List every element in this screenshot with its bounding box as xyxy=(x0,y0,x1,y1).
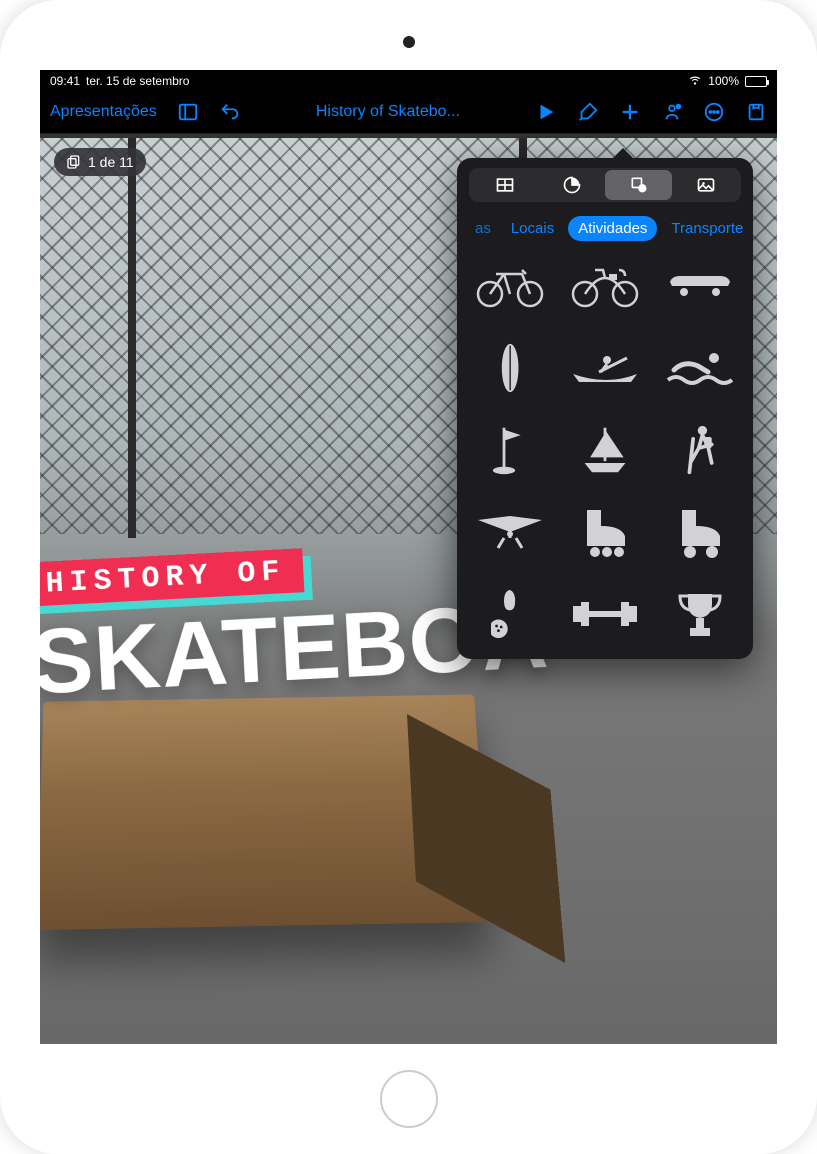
sailboat-icon xyxy=(579,424,631,476)
device-camera xyxy=(403,36,415,48)
chart-icon xyxy=(562,175,582,195)
back-button[interactable]: Apresentações xyxy=(50,103,157,121)
shape-category-row: as Locais Atividades Transporte xyxy=(457,212,753,251)
slide-counter-text: 1 de 11 xyxy=(88,154,134,170)
status-time: 09:41 xyxy=(50,74,80,88)
bicycle-icon xyxy=(474,264,546,308)
roller-skate-icon xyxy=(577,506,633,558)
swimming-icon xyxy=(664,350,736,386)
shape-hiking[interactable] xyxy=(658,421,743,479)
golf-flag-icon xyxy=(491,424,528,476)
hang-glider-icon xyxy=(474,512,546,552)
segment-table[interactable] xyxy=(471,170,538,200)
slides-icon xyxy=(66,154,82,170)
shape-sailboat[interactable] xyxy=(562,421,647,479)
more-icon[interactable] xyxy=(703,101,725,123)
category-transporte[interactable]: Transporte xyxy=(661,216,753,241)
shape-dumbbell[interactable] xyxy=(562,585,647,643)
screen: 09:41 ter. 15 de setembro 100% Apresenta… xyxy=(40,70,777,1044)
dumbbell-icon xyxy=(569,600,641,628)
status-bar: 09:41 ter. 15 de setembro 100% xyxy=(40,70,777,90)
tips-icon[interactable] xyxy=(745,101,767,123)
rowing-icon xyxy=(569,352,641,384)
format-brush-icon[interactable] xyxy=(577,101,599,123)
wifi-icon xyxy=(688,73,702,90)
navigator-toggle-icon[interactable] xyxy=(177,101,199,123)
undo-icon[interactable] xyxy=(219,101,241,123)
shape-bicycle[interactable] xyxy=(467,257,552,315)
bicycle-cruiser-icon xyxy=(569,264,641,308)
table-icon xyxy=(495,175,515,195)
slide-ramp-bg xyxy=(40,694,490,930)
document-title[interactable]: History of Skatebo... xyxy=(316,103,460,121)
insert-popover: as Locais Atividades Transporte xyxy=(457,158,753,659)
hiking-icon xyxy=(682,424,719,476)
add-icon[interactable] xyxy=(619,101,641,123)
segment-chart[interactable] xyxy=(538,170,605,200)
surfboard-icon xyxy=(499,342,521,394)
shape-grid xyxy=(457,251,753,649)
shape-bowling-pin[interactable] xyxy=(467,585,552,643)
collaborate-icon[interactable] xyxy=(661,101,683,123)
fence-post xyxy=(128,138,136,538)
insert-segmented-control xyxy=(469,168,741,202)
roller-skate-quad-icon xyxy=(672,506,728,558)
bowling-pin-icon xyxy=(491,588,528,640)
category-locais[interactable]: Locais xyxy=(501,216,564,241)
shape-hang-glider[interactable] xyxy=(467,503,552,561)
toolbar: Apresentações History of Skatebo... xyxy=(40,90,777,134)
shape-rowing[interactable] xyxy=(562,339,647,397)
shape-roller-skate-quad[interactable] xyxy=(658,503,743,561)
trophy-icon xyxy=(676,588,724,640)
shape-surfboard[interactable] xyxy=(467,339,552,397)
category-partial-prev[interactable]: as xyxy=(475,220,491,237)
battery-icon xyxy=(745,76,767,87)
status-date: ter. 15 de setembro xyxy=(86,74,189,88)
segment-shape[interactable] xyxy=(605,170,672,200)
shape-trophy[interactable] xyxy=(658,585,743,643)
shape-golf-flag[interactable] xyxy=(467,421,552,479)
shape-swimming[interactable] xyxy=(658,339,743,397)
segment-media[interactable] xyxy=(672,170,739,200)
slide-counter-pill[interactable]: 1 de 11 xyxy=(54,148,146,176)
home-button[interactable] xyxy=(380,1070,438,1128)
shape-bicycle-cruiser[interactable] xyxy=(562,257,647,315)
play-icon[interactable] xyxy=(535,101,557,123)
shape-roller-skate[interactable] xyxy=(562,503,647,561)
media-icon xyxy=(696,175,716,195)
battery-pct: 100% xyxy=(708,74,739,88)
shape-skateboard[interactable] xyxy=(658,257,743,315)
skateboard-icon xyxy=(664,274,736,298)
shape-icon xyxy=(629,175,649,195)
category-atividades[interactable]: Atividades xyxy=(568,216,657,241)
